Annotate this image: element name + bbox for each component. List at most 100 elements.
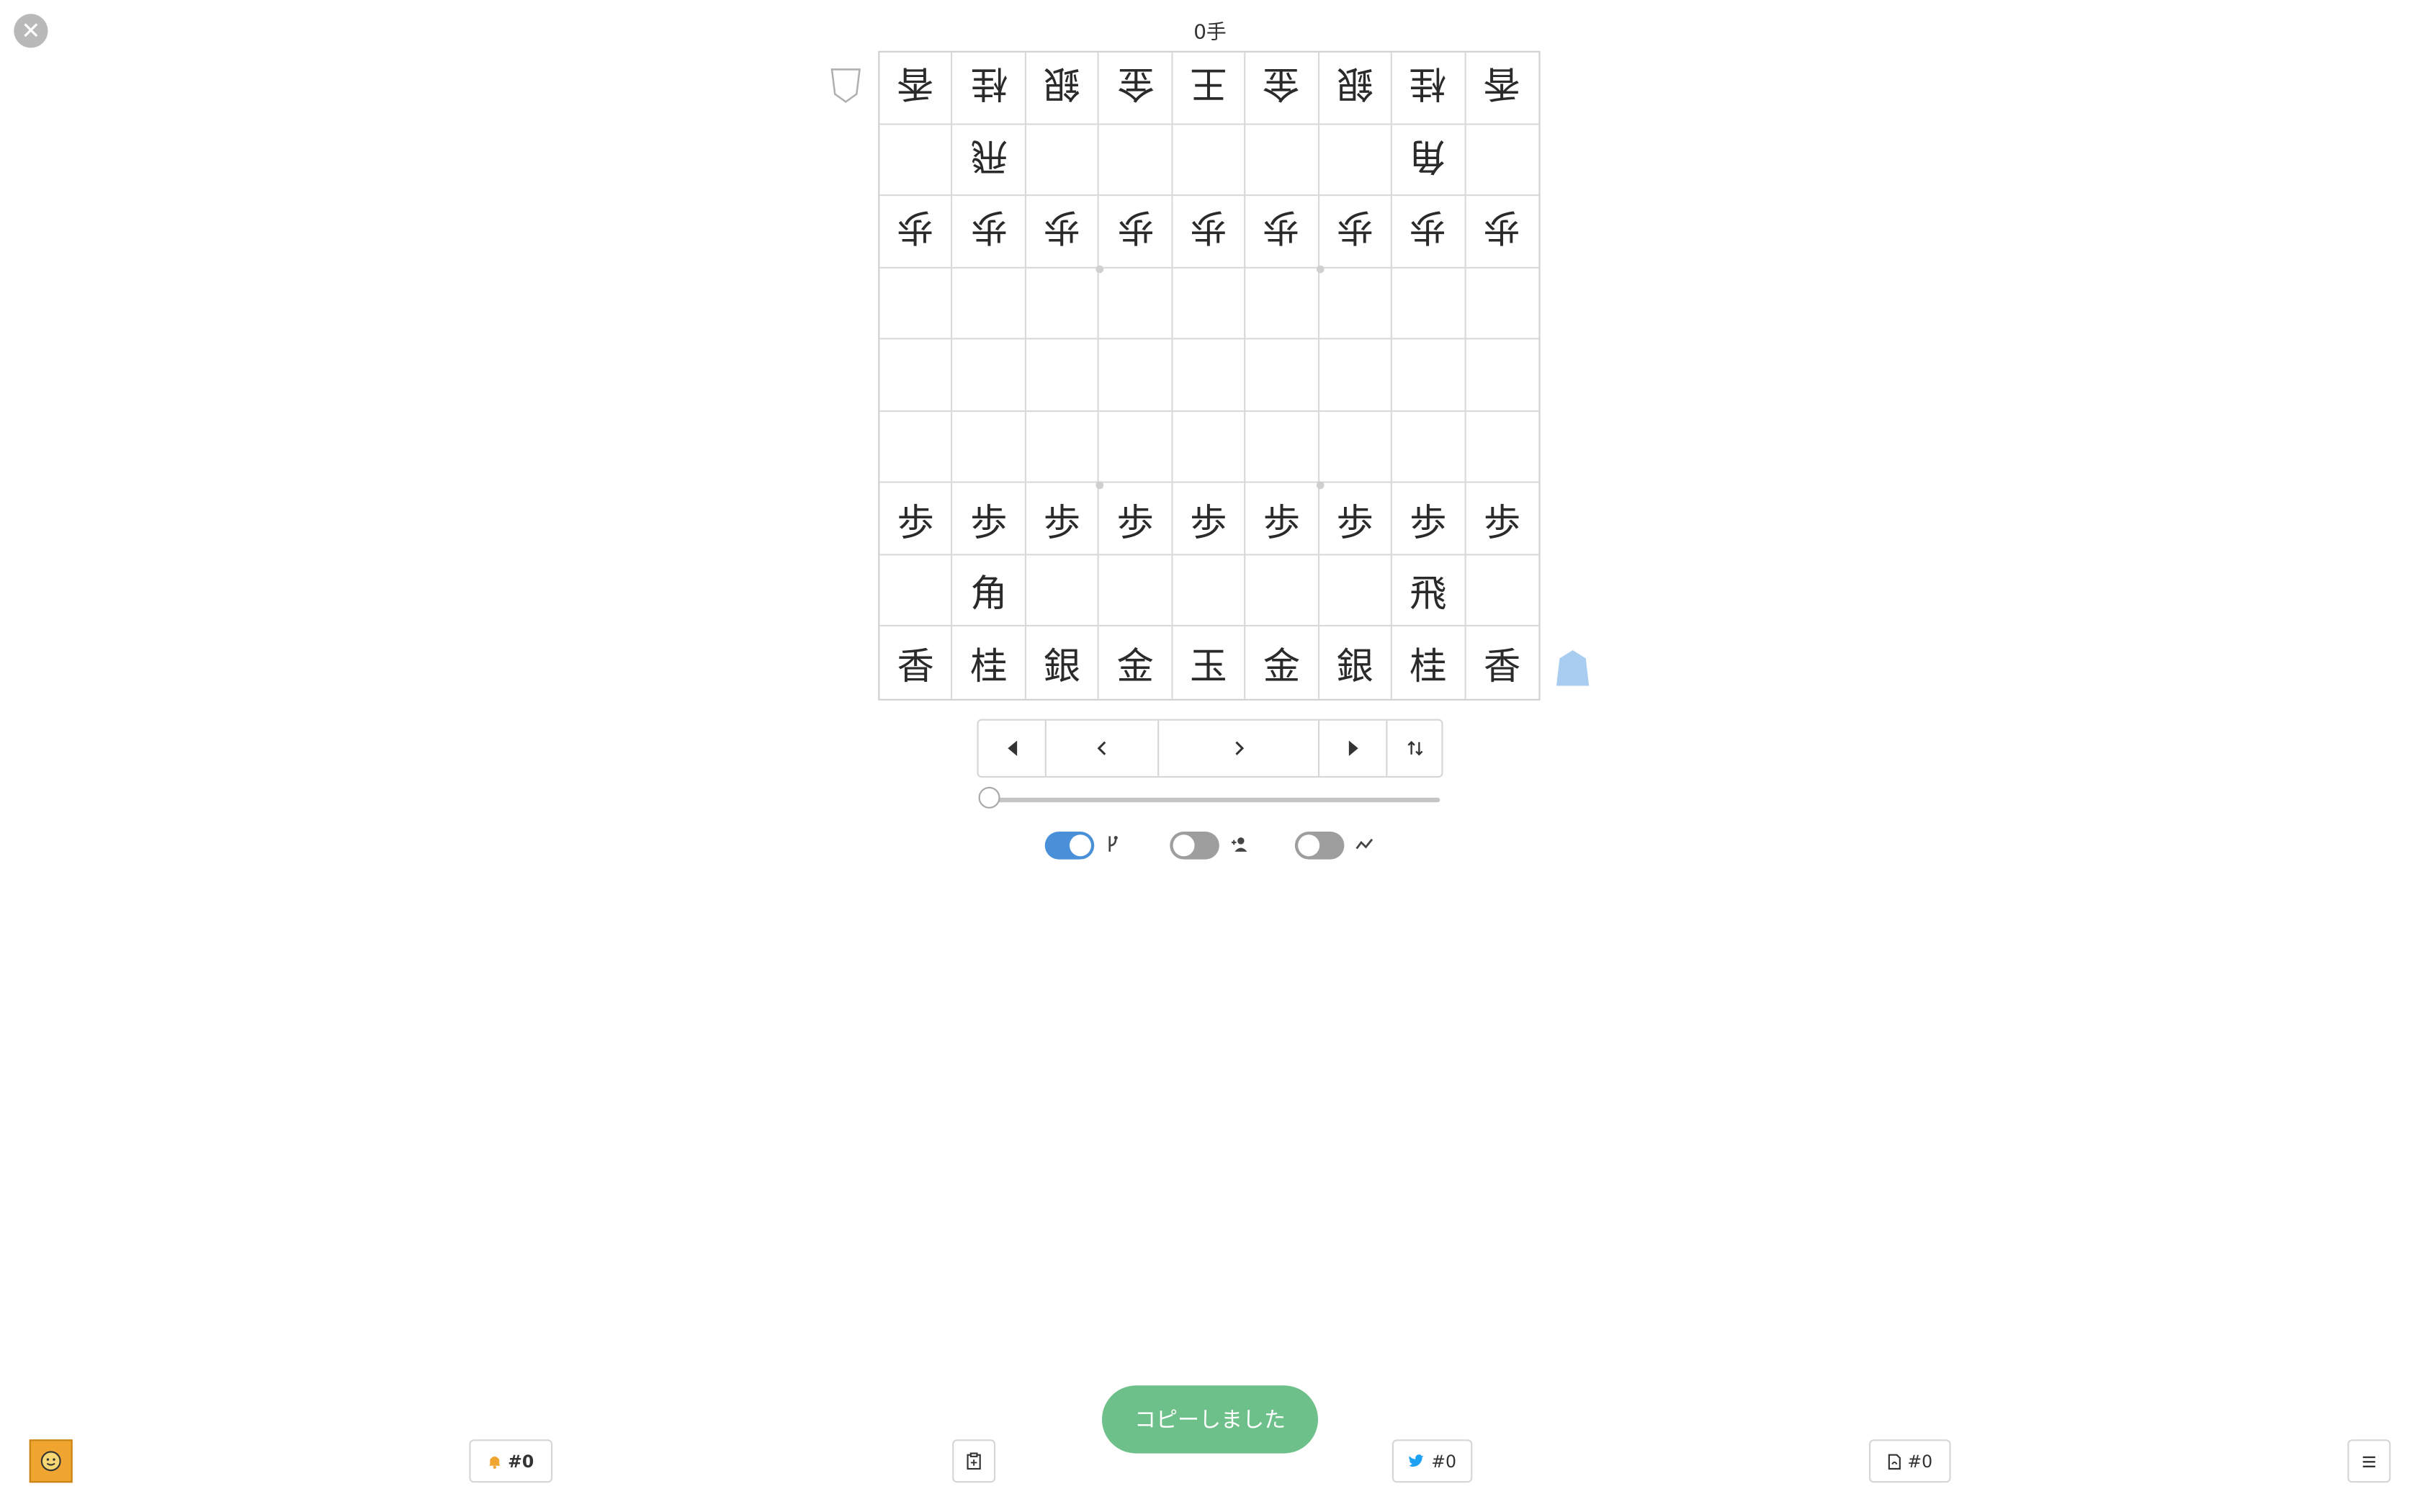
- sente-piece[interactable]: 歩: [1190, 492, 1227, 546]
- trend-toggle[interactable]: [1294, 832, 1345, 860]
- board-square[interactable]: 香: [879, 626, 954, 699]
- last-move-button[interactable]: [1319, 720, 1388, 776]
- board-square[interactable]: 金: [1245, 52, 1319, 125]
- sente-piece[interactable]: 桂: [970, 636, 1007, 690]
- gote-piece[interactable]: 歩: [970, 204, 1007, 258]
- sente-piece[interactable]: 香: [1484, 636, 1520, 690]
- board-square[interactable]: 歩: [1465, 196, 1539, 269]
- sente-piece[interactable]: 歩: [1410, 492, 1446, 546]
- sente-piece[interactable]: 歩: [970, 492, 1007, 546]
- board-square[interactable]: [1173, 268, 1246, 340]
- sente-piece[interactable]: 歩: [1336, 492, 1373, 546]
- sente-piece[interactable]: 桂: [1410, 636, 1446, 690]
- board-square[interactable]: 銀: [1319, 626, 1393, 699]
- board-square[interactable]: [1465, 340, 1539, 412]
- sente-piece[interactable]: 歩: [1044, 492, 1080, 546]
- board-square[interactable]: 歩: [879, 483, 954, 556]
- notification-button[interactable]: #0: [469, 1439, 553, 1483]
- board-square[interactable]: 銀: [1319, 52, 1393, 125]
- gote-piece[interactable]: 香: [897, 60, 933, 114]
- user-toggle[interactable]: [1170, 832, 1219, 860]
- gote-piece[interactable]: 角: [1410, 132, 1446, 186]
- board-square[interactable]: 歩: [953, 483, 1026, 556]
- board-square[interactable]: [1319, 411, 1393, 484]
- board-square[interactable]: [1245, 339, 1319, 412]
- board-square[interactable]: 歩: [1245, 196, 1319, 269]
- sente-piece[interactable]: 香: [897, 636, 933, 690]
- gote-piece[interactable]: 歩: [1410, 204, 1446, 258]
- board-square[interactable]: 桂: [953, 626, 1026, 699]
- board-square[interactable]: [953, 339, 1026, 412]
- board-square[interactable]: 歩: [1392, 483, 1466, 556]
- sente-piece[interactable]: 角: [970, 563, 1007, 617]
- board-square[interactable]: 角: [1392, 124, 1466, 197]
- board-square[interactable]: [1392, 411, 1466, 484]
- board-square[interactable]: [879, 268, 954, 340]
- board-square[interactable]: 歩: [1245, 483, 1319, 556]
- board-square[interactable]: 歩: [1392, 196, 1466, 269]
- board-square[interactable]: 歩: [1465, 483, 1539, 556]
- sente-piece[interactable]: 銀: [1336, 636, 1373, 690]
- board-square[interactable]: [1099, 411, 1173, 484]
- board-square[interactable]: 歩: [879, 196, 954, 269]
- board-square[interactable]: 歩: [953, 196, 1026, 269]
- board-square[interactable]: [1026, 555, 1100, 627]
- board-square[interactable]: 歩: [1099, 483, 1173, 556]
- menu-button[interactable]: [2347, 1439, 2391, 1483]
- gote-piece[interactable]: 歩: [1484, 204, 1520, 258]
- board-square[interactable]: [1099, 268, 1173, 340]
- board-square[interactable]: 金: [1099, 626, 1173, 699]
- gote-piece[interactable]: 桂: [1410, 60, 1446, 114]
- sente-piece[interactable]: 銀: [1044, 636, 1080, 690]
- board-square[interactable]: 歩: [1173, 196, 1246, 269]
- board-square[interactable]: [1465, 555, 1539, 627]
- board-square[interactable]: 角: [953, 555, 1026, 627]
- board-square[interactable]: [1245, 411, 1319, 484]
- gote-piece[interactable]: 歩: [1336, 204, 1373, 258]
- gote-piece[interactable]: 香: [1484, 60, 1520, 114]
- first-move-button[interactable]: [979, 720, 1047, 776]
- board-square[interactable]: 飛: [1392, 555, 1466, 627]
- board-square[interactable]: [1099, 124, 1173, 197]
- board-square[interactable]: 歩: [1319, 483, 1393, 556]
- board-square[interactable]: [879, 339, 954, 412]
- board-square[interactable]: 歩: [1026, 483, 1100, 556]
- board-square[interactable]: [1392, 268, 1466, 340]
- board-square[interactable]: [1099, 555, 1173, 627]
- board-square[interactable]: [1026, 124, 1100, 197]
- board-square[interactable]: [1319, 124, 1393, 197]
- board-square[interactable]: [953, 268, 1026, 340]
- branch-toggle[interactable]: [1044, 832, 1095, 860]
- clipboard-button[interactable]: [952, 1439, 996, 1483]
- board-square[interactable]: [879, 411, 954, 484]
- board-square[interactable]: 歩: [1173, 483, 1246, 556]
- board-square[interactable]: [953, 411, 1026, 484]
- board-square[interactable]: [1465, 412, 1539, 484]
- board-square[interactable]: [1026, 268, 1100, 340]
- board-square[interactable]: 桂: [1392, 52, 1466, 125]
- gote-piece[interactable]: 王: [1190, 60, 1227, 114]
- document-button[interactable]: #0: [1869, 1439, 1951, 1483]
- board-square[interactable]: 飛: [953, 124, 1026, 197]
- board-square[interactable]: 桂: [953, 52, 1026, 125]
- board-square[interactable]: [879, 555, 954, 627]
- gote-piece[interactable]: 歩: [1190, 204, 1227, 258]
- board-square[interactable]: [1245, 268, 1319, 340]
- board-square[interactable]: [1245, 555, 1319, 627]
- sente-piece[interactable]: 玉: [1190, 636, 1227, 690]
- gote-piece-stand-icon[interactable]: [829, 66, 863, 104]
- gote-piece[interactable]: 銀: [1336, 60, 1373, 114]
- move-slider-thumb[interactable]: [978, 786, 1000, 809]
- board-square[interactable]: 玉: [1173, 626, 1246, 699]
- board-square[interactable]: [1173, 555, 1246, 627]
- previous-move-button[interactable]: [1047, 720, 1160, 776]
- board-square[interactable]: 香: [879, 52, 954, 125]
- gote-piece[interactable]: 金: [1116, 60, 1153, 114]
- twitter-button[interactable]: #0: [1392, 1439, 1473, 1483]
- board-square[interactable]: [1026, 339, 1100, 412]
- sente-piece[interactable]: 歩: [1116, 492, 1153, 546]
- close-icon[interactable]: ✕: [14, 14, 48, 48]
- board-square[interactable]: [1026, 411, 1100, 484]
- board-square[interactable]: [1173, 124, 1246, 197]
- gote-piece[interactable]: 歩: [1044, 204, 1080, 258]
